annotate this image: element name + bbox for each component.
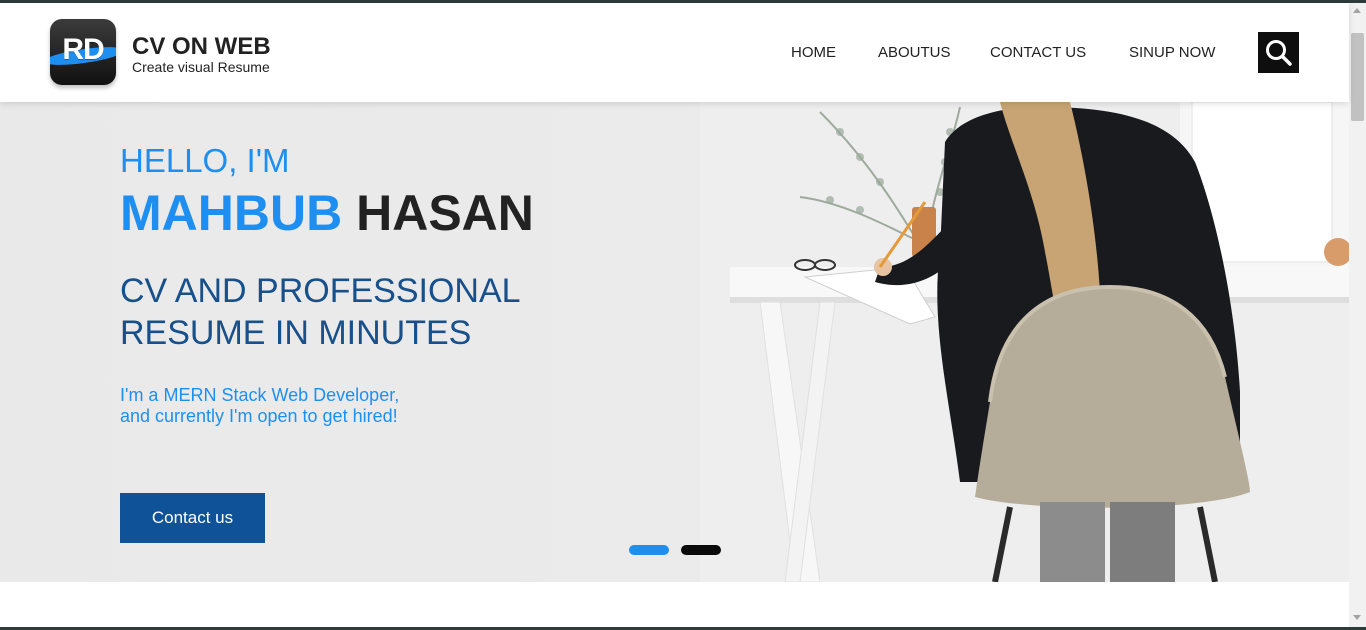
hero-greeting: HELLO, I'M <box>120 142 290 179</box>
hero-name: MAHBUB HASAN <box>120 184 534 242</box>
scroll-thumb[interactable] <box>1351 33 1364 121</box>
nav-link-about-us[interactable]: ABOUTUS <box>878 44 951 61</box>
search-icon <box>1266 40 1292 66</box>
hero-description-line-1: I'm a MERN Stack Web Developer, <box>120 385 400 405</box>
logo-icon[interactable]: RD <box>50 19 116 85</box>
nav-link-home[interactable]: HOME <box>791 44 836 61</box>
hero-description-line-2: and currently I'm open to get hired! <box>120 406 398 426</box>
hero-headline: CV AND PROFESSIONAL RESUME IN MINUTES <box>120 270 640 354</box>
hero-last-name: HASAN <box>356 185 534 241</box>
nav-link-contact-us[interactable]: CONTACT US <box>990 44 1086 61</box>
logo-letters: RD <box>62 33 104 66</box>
contact-us-button[interactable]: Contact us <box>120 493 265 543</box>
brand-name[interactable]: CV ON WEB <box>132 33 271 61</box>
page-scrollbar[interactable] <box>1349 3 1366 627</box>
carousel-indicator-1[interactable] <box>629 545 669 555</box>
hero-description: I'm a MERN Stack Web Developer, and curr… <box>120 385 540 427</box>
site-header: RD CV ON WEB Create visual Resume HOME A… <box>0 3 1349 102</box>
brand-tagline: Create visual Resume <box>132 59 270 75</box>
carousel-indicator-2[interactable] <box>681 545 721 555</box>
hero-first-name: MAHBUB <box>120 185 343 241</box>
nav-link-signup-now[interactable]: SINUP NOW <box>1129 44 1215 61</box>
scroll-down-arrow-icon[interactable] <box>1353 615 1361 620</box>
hero-headline-line-2: RESUME IN MINUTES <box>120 314 472 352</box>
scroll-up-arrow-icon[interactable] <box>1353 8 1361 13</box>
search-button[interactable] <box>1258 32 1299 73</box>
hero-headline-line-1: CV AND PROFESSIONAL <box>120 272 521 310</box>
